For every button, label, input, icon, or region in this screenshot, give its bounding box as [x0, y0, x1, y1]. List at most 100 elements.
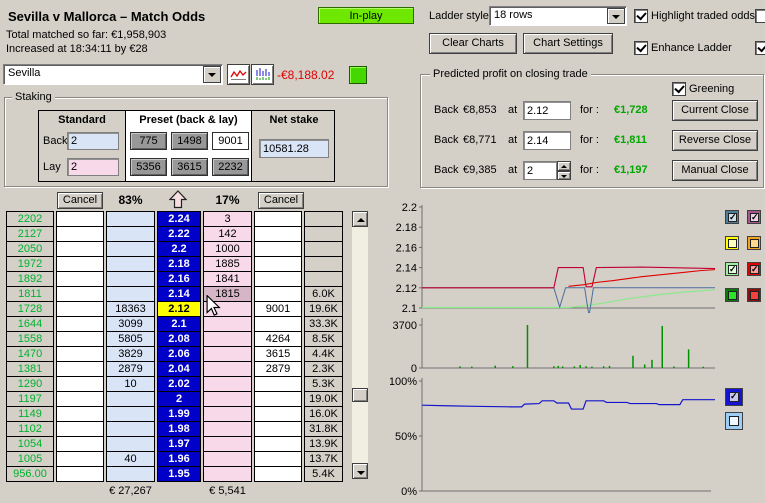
preset-stake-button[interactable]: 2232 [212, 158, 249, 176]
ladder-cell-lay-order[interactable] [254, 286, 302, 302]
predicted-odds-input[interactable] [523, 161, 557, 180]
odds-spinner-down-button[interactable] [557, 171, 571, 180]
price-series-toggle[interactable]: ✓ [725, 262, 739, 276]
manual-close-button[interactable]: Manual Close [672, 160, 758, 181]
ladder-cell-lay-amount[interactable] [203, 451, 252, 467]
scrollbar-down-button[interactable] [352, 463, 368, 479]
ladder-cell-lay-amount[interactable] [203, 421, 252, 437]
ladder-cell-back-amount[interactable] [106, 436, 155, 452]
ladder-cell-price[interactable]: 2.04 [157, 361, 201, 377]
ladder-cell-price[interactable]: 2.24 [157, 211, 201, 227]
ladder-cell-lay-order[interactable]: 2879 [254, 361, 302, 377]
ladder-cell-price[interactable]: 2.1 [157, 316, 201, 332]
price-series-toggle[interactable]: ✓ [747, 210, 761, 224]
ladder-cell-back-order[interactable] [56, 391, 104, 407]
ladder-cell-back-amount[interactable] [106, 211, 155, 227]
ladder-cell-back-order[interactable] [56, 421, 104, 437]
ladder-cell-lay-order[interactable] [254, 226, 302, 242]
percent-series-toggle[interactable] [725, 412, 743, 430]
current-close-button[interactable]: Current Close [672, 100, 758, 121]
price-series-toggle[interactable]: ✓ [747, 262, 761, 276]
selection-combobox-dropdown-button[interactable] [203, 66, 221, 83]
ladder-cell-back-order[interactable] [56, 211, 104, 227]
ladder-cell-lay-amount[interactable] [203, 391, 252, 407]
ladder-cell-back-amount[interactable] [106, 406, 155, 422]
ladder-cell-back-order[interactable] [56, 406, 104, 422]
ladder-cell-back-order[interactable] [56, 301, 104, 317]
ladder-cell-back-amount[interactable] [106, 226, 155, 242]
ladder-cell-back-amount[interactable] [106, 466, 155, 482]
ladder-cell-back-order[interactable] [56, 226, 104, 242]
ladder-cell-price[interactable]: 2.22 [157, 226, 201, 242]
highlight-traded-odds-checkbox[interactable] [634, 9, 648, 23]
ladder-cell-back-amount[interactable] [106, 421, 155, 437]
ladder-cell-lay-order[interactable] [254, 421, 302, 437]
preset-stake-button[interactable]: 9001 [212, 132, 249, 150]
ladder-cell-price[interactable]: 2.16 [157, 271, 201, 287]
ladder-cell-lay-order[interactable] [254, 466, 302, 482]
ladder-cell-price[interactable]: 2.14 [157, 286, 201, 302]
ladder-cell-lay-amount[interactable] [203, 406, 252, 422]
ladder-cell-price[interactable]: 2 [157, 391, 201, 407]
ladder-cell-lay-order[interactable] [254, 406, 302, 422]
scrollbar-thumb[interactable] [352, 388, 368, 402]
ladder-style-combobox[interactable]: 18 rows [489, 6, 627, 26]
ladder-cell-back-amount[interactable]: 40 [106, 451, 155, 467]
ladder-cell-back-order[interactable] [56, 361, 104, 377]
ladder-cell-back-order[interactable] [56, 241, 104, 257]
ladder-cell-price[interactable]: 1.96 [157, 451, 201, 467]
ladder-cell-lay-order[interactable] [254, 391, 302, 407]
price-series-toggle[interactable] [747, 288, 761, 302]
preset-stake-button[interactable]: 3615 [171, 158, 208, 176]
odds-spinner-up-button[interactable] [557, 161, 571, 171]
percent-series-toggle[interactable]: ✓ [725, 388, 743, 406]
ladder-cell-lay-amount[interactable] [203, 466, 252, 482]
ladder-cell-lay-amount[interactable] [203, 361, 252, 377]
price-series-toggle[interactable]: ✓ [725, 210, 739, 224]
ladder-cell-back-order[interactable] [56, 346, 104, 362]
ladder-cell-price[interactable]: 2.06 [157, 346, 201, 362]
ladder-cell-lay-order[interactable] [254, 211, 302, 227]
price-series-toggle[interactable] [725, 236, 739, 250]
scrollbar-up-button[interactable] [352, 211, 368, 227]
preset-stake-button[interactable]: 775 [130, 132, 167, 150]
ladder-cell-back-amount[interactable]: 3829 [106, 346, 155, 362]
reverse-close-button[interactable]: Reverse Close [672, 130, 758, 151]
ladder-cell-lay-amount[interactable]: 1000 [203, 241, 252, 257]
cancel-back-orders-button[interactable]: Cancel [57, 192, 103, 209]
ladder-cell-lay-amount[interactable] [203, 346, 252, 362]
greening-checkbox[interactable] [672, 82, 686, 96]
ladder-cell-price[interactable]: 2.02 [157, 376, 201, 392]
ladder-cell-price[interactable]: 1.97 [157, 436, 201, 452]
price-series-toggle[interactable] [725, 288, 739, 302]
ladder-cell-price[interactable]: 1.99 [157, 406, 201, 422]
ladder-cell-lay-order[interactable]: 3615 [254, 346, 302, 362]
preset-stake-button[interactable]: 5356 [130, 158, 167, 176]
ladder-cell-back-order[interactable] [56, 286, 104, 302]
ladder-cell-back-amount[interactable] [106, 256, 155, 272]
ladder-cell-lay-order[interactable] [254, 256, 302, 272]
selection-combobox[interactable]: Sevilla [3, 64, 223, 85]
ladder-cell-price[interactable]: 2.2 [157, 241, 201, 257]
ladder-cell-lay-amount[interactable] [203, 316, 252, 332]
ladder-cell-back-order[interactable] [56, 451, 104, 467]
ladder-cell-lay-order[interactable]: 9001 [254, 301, 302, 317]
ladder-cell-lay-order[interactable]: 4264 [254, 331, 302, 347]
ladder-cell-back-amount[interactable]: 10 [106, 376, 155, 392]
bar-chart-icon-button[interactable] [251, 64, 274, 85]
chart-settings-button[interactable]: Chart Settings [523, 33, 613, 54]
ladder-style-dropdown-button[interactable] [607, 8, 625, 24]
ladder-cell-back-order[interactable] [56, 271, 104, 287]
ladder-cell-lay-order[interactable] [254, 241, 302, 257]
line-chart-icon-button[interactable] [227, 64, 250, 85]
ladder-cell-back-amount[interactable]: 3099 [106, 316, 155, 332]
ladder-cell-back-amount[interactable] [106, 391, 155, 407]
preset-stake-button[interactable]: 1498 [171, 132, 208, 150]
ladder-cell-lay-amount[interactable]: 3 [203, 211, 252, 227]
ladder-cell-lay-amount[interactable] [203, 436, 252, 452]
ladder-cell-back-order[interactable] [56, 466, 104, 482]
ladder-cell-lay-amount[interactable] [203, 376, 252, 392]
ladder-cell-back-order[interactable] [56, 436, 104, 452]
ladder-cell-lay-amount[interactable]: 1841 [203, 271, 252, 287]
ladder-scrollbar[interactable] [352, 211, 368, 479]
